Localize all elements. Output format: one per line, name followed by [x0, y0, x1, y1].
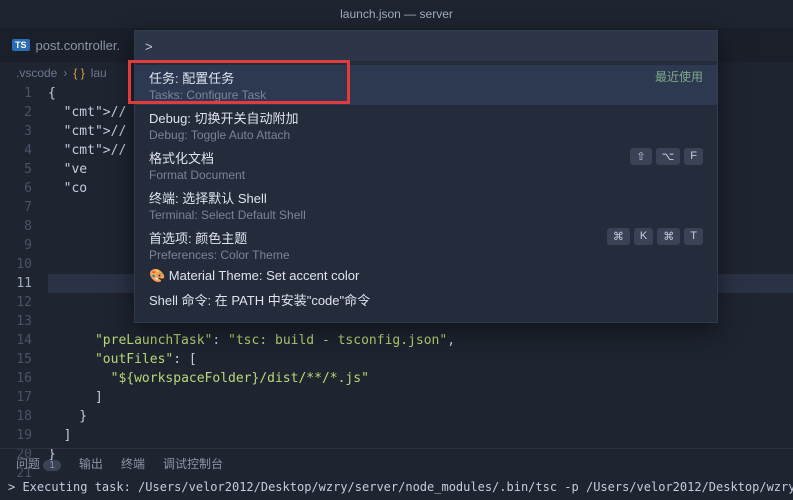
tab-output[interactable]: 输出 — [79, 455, 103, 472]
palette-item[interactable]: 首选项: 颜色主题Preferences: Color Theme⌘K⌘T — [135, 225, 717, 265]
palette-item[interactable]: 终端: 选择默认 ShellTerminal: Select Default S… — [135, 185, 717, 225]
json-icon: { } — [73, 66, 84, 80]
command-palette-list: 任务: 配置任务Tasks: Configure Task最近使用Debug: … — [135, 61, 717, 322]
tab-debug-console[interactable]: 调试控制台 — [163, 455, 223, 472]
editor-tab[interactable]: TS post.controller. — [0, 28, 132, 62]
command-palette: 任务: 配置任务Tasks: Configure Task最近使用Debug: … — [134, 30, 718, 323]
problems-count: 1 — [43, 460, 61, 471]
window-title: launch.json — server — [0, 0, 793, 28]
palette-item[interactable]: 格式化文档Format Document⇧⌥F — [135, 145, 717, 185]
breadcrumb-seg: lau — [91, 66, 107, 80]
tab-problems[interactable]: 问题 1 — [16, 455, 61, 472]
palette-item[interactable]: Debug: 切换开关自动附加Debug: Toggle Auto Attach — [135, 105, 717, 145]
chevron-right-icon: › — [63, 66, 67, 80]
palette-item[interactable]: 任务: 配置任务Tasks: Configure Task最近使用 — [135, 65, 717, 105]
palette-item[interactable]: 🎨 Material Theme: Set accent color — [135, 265, 717, 287]
panel-tabs: 问题 1 输出 终端 调试控制台 — [0, 448, 793, 478]
command-palette-input[interactable] — [135, 31, 717, 61]
ts-icon: TS — [12, 39, 30, 51]
palette-item[interactable]: Shell 命令: 在 PATH 中安装"code"命令 — [135, 287, 717, 312]
terminal-output[interactable]: > Executing task: /Users/velor2012/Deskt… — [0, 478, 793, 500]
tab-terminal[interactable]: 终端 — [121, 455, 145, 472]
line-gutter: 123456789101112131415161718192021 — [0, 84, 48, 483]
breadcrumb-seg: .vscode — [16, 66, 57, 80]
tab-label: post.controller. — [36, 38, 121, 53]
